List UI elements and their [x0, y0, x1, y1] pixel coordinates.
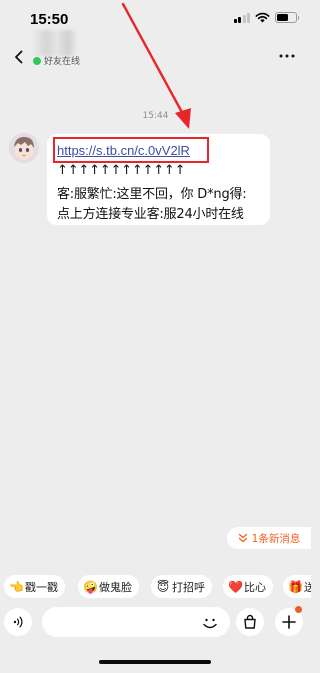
input-bar	[0, 606, 311, 640]
poke-icon: 👈	[9, 579, 24, 594]
message-line: ↑↑↑↑↑↑↑↑↑↑↑↑	[57, 163, 186, 178]
quick-reply-funny-face[interactable]: 🤪 做鬼脸	[78, 575, 139, 598]
more-dots-icon	[279, 54, 295, 58]
quick-reply-poke[interactable]: 👈 戳一戳	[4, 575, 65, 598]
wifi-icon	[255, 12, 270, 23]
zany-face-icon: 🤪	[83, 579, 98, 594]
chevron-left-icon	[15, 50, 23, 64]
quick-reply-label: 打招呼	[172, 580, 205, 594]
message-line: 客:服繁忙:这里不回，你 D*ng得:	[57, 187, 247, 202]
quick-reply-heart[interactable]: ❤️ 比心	[223, 575, 273, 598]
shopping-bag-button[interactable]	[236, 608, 264, 636]
back-button[interactable]	[8, 45, 30, 69]
double-chevron-down-icon	[238, 533, 247, 543]
message-timestamp: 15:44	[142, 111, 169, 121]
quick-reply-label: 戳一戳	[25, 580, 58, 594]
quick-reply-label: 比心	[244, 580, 266, 594]
online-status-label: 好友在线	[44, 57, 81, 67]
contact-name-redacted	[34, 30, 76, 56]
more-actions-button[interactable]	[275, 606, 303, 636]
status-time: 15:50	[30, 11, 69, 28]
voice-wave-icon	[13, 616, 23, 628]
quick-reply-greet[interactable]: 😇 打招呼	[151, 575, 212, 598]
quick-reply-send[interactable]: 🎁 送	[283, 575, 311, 598]
anime-avatar-icon	[9, 133, 39, 163]
message-line: 点上方连接专业客:服24小时在线	[57, 207, 244, 222]
heart-icon: ❤️	[228, 579, 243, 594]
system-icons	[233, 12, 299, 23]
quick-reply-label: 做鬼脸	[99, 580, 132, 594]
quick-reply-label: 送	[304, 580, 311, 594]
smiling-face-icon: 😇	[156, 579, 170, 594]
cellular-signal-icon	[233, 12, 250, 23]
message-link[interactable]: https://s.tb.cn/c.0vV2lR	[57, 143, 190, 158]
smiley-face-icon	[203, 618, 217, 629]
sender-avatar[interactable]	[9, 133, 39, 163]
online-dot-icon	[33, 56, 41, 65]
more-options-button[interactable]	[275, 44, 299, 68]
notification-dot	[295, 606, 302, 613]
quick-reply-bar: 👈 戳一戳 🤪 做鬼脸 😇 打招呼 ❤️ 比心 🎁 送	[0, 575, 311, 599]
battery-icon	[275, 12, 299, 23]
chat-header: 好友在线	[0, 30, 311, 78]
new-messages-button[interactable]: 1条新消息	[227, 527, 311, 549]
online-status: 好友在线	[33, 54, 80, 67]
shopping-bag-icon	[244, 614, 256, 629]
emoji-button[interactable]	[199, 612, 221, 634]
gift-icon: 🎁	[288, 579, 303, 594]
new-messages-label: 1条新消息	[251, 532, 301, 545]
home-indicator	[99, 660, 211, 664]
voice-input-button[interactable]	[4, 608, 32, 636]
plus-icon	[282, 615, 296, 629]
red-arrow-annotation	[121, 2, 191, 129]
